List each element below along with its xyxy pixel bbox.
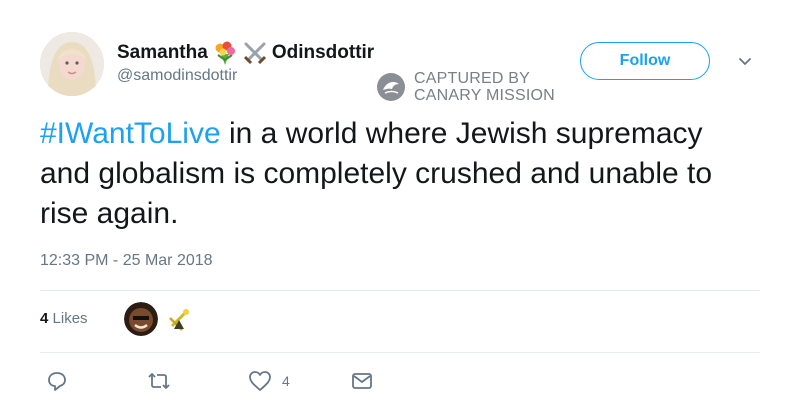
avatar[interactable] bbox=[40, 32, 104, 96]
author-last-name: Odinsdottir bbox=[271, 42, 375, 63]
divider bbox=[40, 352, 760, 353]
chevron-down-icon[interactable] bbox=[737, 54, 753, 70]
author-first-name: Samantha bbox=[117, 42, 208, 63]
canary-logo-icon bbox=[377, 73, 405, 101]
reply-icon bbox=[48, 372, 66, 391]
retweet-icon bbox=[148, 373, 170, 389]
watermark-line-2: CANARY MISSION bbox=[414, 87, 555, 104]
timestamp[interactable]: 12:33 PM - 25 Mar 2018 bbox=[40, 252, 213, 270]
watermark-line-1: CAPTURED BY bbox=[414, 70, 530, 87]
crossed-swords-icon bbox=[242, 40, 268, 66]
reply-button[interactable] bbox=[46, 370, 68, 392]
like-button[interactable]: 4 bbox=[248, 370, 290, 392]
retweet-button[interactable] bbox=[147, 370, 171, 392]
liker-avatar[interactable] bbox=[124, 302, 158, 336]
watermark: CAPTURED BY CANARY MISSION bbox=[376, 70, 555, 104]
bouquet-icon bbox=[212, 40, 238, 66]
follow-button[interactable]: Follow bbox=[580, 42, 710, 80]
like-count: 4 bbox=[282, 373, 290, 389]
likes-number: 4 bbox=[40, 310, 49, 327]
divider bbox=[40, 290, 760, 291]
heart-icon bbox=[249, 371, 271, 391]
author-handle[interactable]: @samodinsdottir bbox=[117, 67, 237, 85]
author-name[interactable]: Samantha Odinsdottir bbox=[117, 40, 374, 66]
likes-count[interactable]: 4 Likes bbox=[40, 310, 88, 327]
direct-message-button[interactable] bbox=[351, 370, 373, 392]
likes-label: Likes bbox=[52, 310, 88, 327]
tweet-text: #IWantToLive in a world where Jewish sup… bbox=[40, 114, 740, 234]
liker-avatar[interactable] bbox=[162, 302, 196, 336]
message-icon bbox=[352, 373, 372, 389]
hashtag-link[interactable]: #IWantToLive bbox=[40, 117, 221, 150]
